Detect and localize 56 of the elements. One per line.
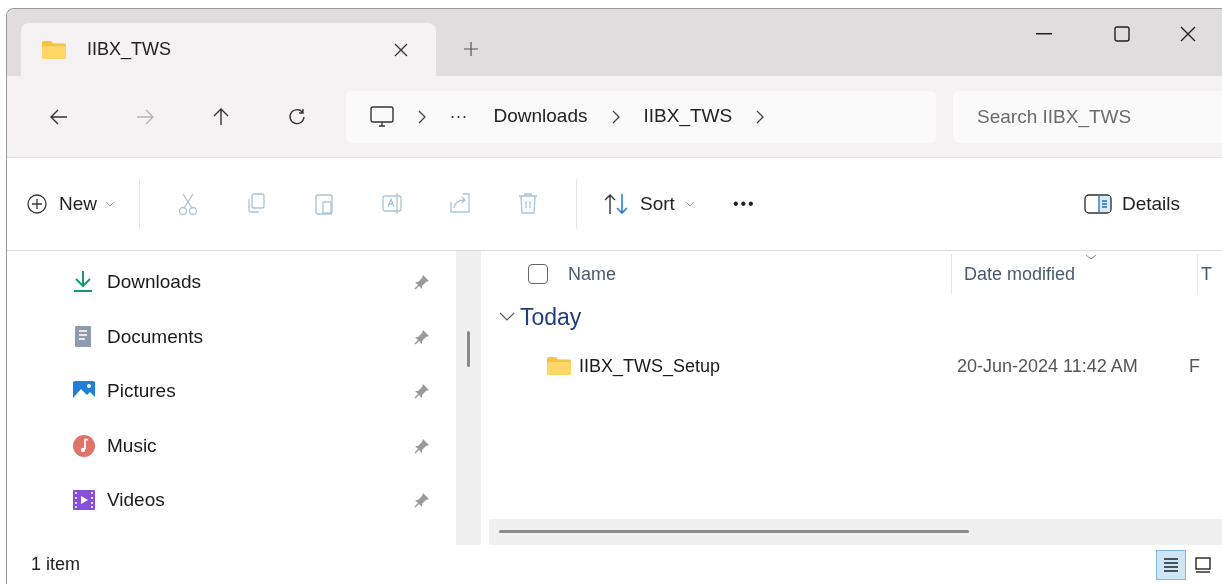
column-header[interactable]: Date modified	[964, 260, 1197, 288]
sidebar-label[interactable]: Videos	[107, 486, 165, 515]
sort-arrows-icon	[603, 193, 629, 215]
minimize-icon[interactable]	[1036, 33, 1052, 35]
chevron-icon	[756, 109, 765, 124]
more-button[interactable]: •••	[732, 192, 756, 216]
chevron-icon	[611, 109, 620, 124]
pin-icon[interactable]	[414, 437, 430, 454]
checkbox[interactable]	[528, 264, 548, 284]
breadcrumb[interactable]: IIBX_TWS	[643, 102, 733, 131]
details-pane-icon	[1083, 194, 1112, 214]
chevron-down-icon	[105, 201, 115, 207]
sort-chevron-icon	[1085, 254, 1097, 260]
pin-icon[interactable]	[414, 328, 430, 345]
file-row[interactable]: IIBX_TWS_Setup	[497, 352, 943, 380]
details-button[interactable]: Details	[1083, 189, 1180, 219]
new-button[interactable]: New	[27, 189, 139, 219]
chevron-icon	[499, 312, 515, 322]
picture-icon	[72, 379, 96, 404]
plus-circle-icon	[27, 194, 47, 214]
column-header[interactable]: Name	[568, 260, 951, 288]
pin-icon[interactable]	[414, 274, 430, 291]
sidebar-label[interactable]: Pictures	[107, 377, 176, 406]
chevron-down-icon	[684, 201, 695, 207]
folder-icon	[41, 38, 67, 61]
search-field[interactable]: Search IIBX_TWS	[953, 90, 1222, 143]
close-icon[interactable]	[394, 42, 408, 57]
maximize-icon[interactable]	[1114, 26, 1130, 42]
chevron-icon	[417, 109, 426, 124]
sort-button[interactable]: Sort	[603, 189, 695, 219]
pin-icon[interactable]	[414, 383, 430, 400]
date-cell-text: 20-Jun-2024 11:42 AM	[956, 354, 1139, 378]
scrollbar-thumb[interactable]	[467, 331, 470, 367]
video-icon	[72, 488, 96, 513]
address-bar[interactable]: ··· Downloads IIBX_TWS	[345, 90, 936, 143]
sidebar-label[interactable]: Music	[107, 431, 157, 460]
plus-icon[interactable]	[463, 41, 479, 57]
pin-icon[interactable]	[414, 492, 430, 509]
sidebar-label[interactable]: Documents	[107, 322, 204, 351]
view-toggle-button[interactable]	[1156, 549, 1186, 580]
scrollbar-thumb[interactable]	[499, 530, 969, 533]
up-arrow-icon[interactable]	[211, 106, 231, 127]
column-header[interactable]: T	[1201, 260, 1212, 288]
breadcrumb[interactable]: Downloads	[493, 102, 588, 131]
close-icon[interactable]	[1180, 26, 1196, 42]
tab[interactable]: IIBX_TWS	[21, 23, 436, 76]
music-note-icon	[72, 433, 96, 458]
refresh-icon[interactable]	[287, 106, 307, 127]
status-text: 1 item	[30, 553, 81, 576]
overflow-button[interactable]: ···	[449, 103, 468, 130]
tiles-view-icon	[1194, 554, 1212, 575]
computer-icon	[369, 105, 394, 128]
table-cell-text: F	[1188, 354, 1200, 378]
folder-icon	[546, 355, 572, 377]
sidebar-label[interactable]: Downloads	[107, 268, 201, 297]
group-header[interactable]: Today	[497, 297, 1222, 337]
